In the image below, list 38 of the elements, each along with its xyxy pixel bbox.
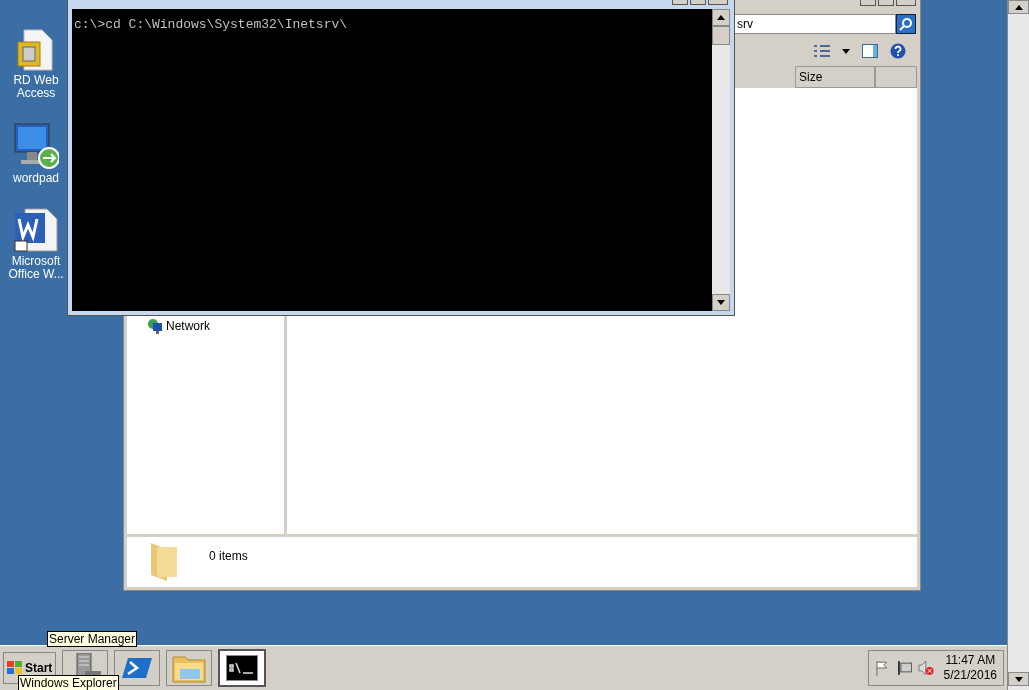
network-icon[interactable] bbox=[896, 660, 913, 676]
tooltip: Windows Explorer bbox=[18, 675, 119, 690]
search-field[interactable]: srv bbox=[734, 14, 896, 34]
help-icon[interactable] bbox=[890, 43, 906, 59]
windows-logo-icon bbox=[7, 661, 23, 675]
speaker-muted-icon[interactable] bbox=[918, 660, 934, 676]
scrollbar[interactable] bbox=[1007, 0, 1029, 690]
preview-pane-icon[interactable] bbox=[862, 44, 878, 58]
scroll-up-icon[interactable] bbox=[1014, 4, 1023, 10]
scrollbar[interactable] bbox=[712, 9, 730, 311]
tooltip: Server Manager bbox=[47, 631, 138, 647]
search-button[interactable] bbox=[896, 14, 916, 34]
clock-time[interactable]: 11:47 AM bbox=[945, 653, 996, 668]
nav-item[interactable]: Network bbox=[166, 317, 210, 335]
taskbar-button[interactable] bbox=[218, 649, 267, 687]
terminal-icon bbox=[122, 656, 153, 680]
folder-icon bbox=[172, 653, 207, 683]
document-icon bbox=[13, 207, 59, 253]
view-list-icon[interactable] bbox=[814, 44, 830, 58]
scroll-down-icon[interactable] bbox=[717, 300, 725, 305]
console-area[interactable]: c:\>cd C:\Windows\System32\Inetsrv\ bbox=[72, 9, 712, 311]
console-icon bbox=[226, 655, 259, 681]
scroll-down-icon[interactable] bbox=[1014, 676, 1023, 682]
desktop-icon-label[interactable]: Microsoft Office W... bbox=[6, 255, 66, 281]
search-icon bbox=[899, 17, 913, 31]
scroll-thumb[interactable] bbox=[712, 26, 730, 45]
network-icon bbox=[147, 318, 163, 334]
desktop-icon-label[interactable]: wordpad bbox=[13, 172, 59, 185]
folder-icon bbox=[149, 541, 179, 583]
item-count: 0 items bbox=[209, 548, 248, 565]
scroll-up-icon[interactable] bbox=[717, 15, 725, 20]
desktop-icon-label[interactable]: RD Web Access bbox=[6, 74, 66, 100]
monitor-icon bbox=[13, 122, 59, 170]
dropdown-arrow-icon[interactable] bbox=[842, 48, 850, 54]
clock-date[interactable]: 5/21/2016 bbox=[943, 668, 997, 683]
column-header[interactable]: Size bbox=[795, 66, 875, 88]
console-line: c:\>cd C:\Windows\System32\Inetsrv\ bbox=[74, 18, 349, 32]
certificate-icon bbox=[16, 28, 56, 72]
